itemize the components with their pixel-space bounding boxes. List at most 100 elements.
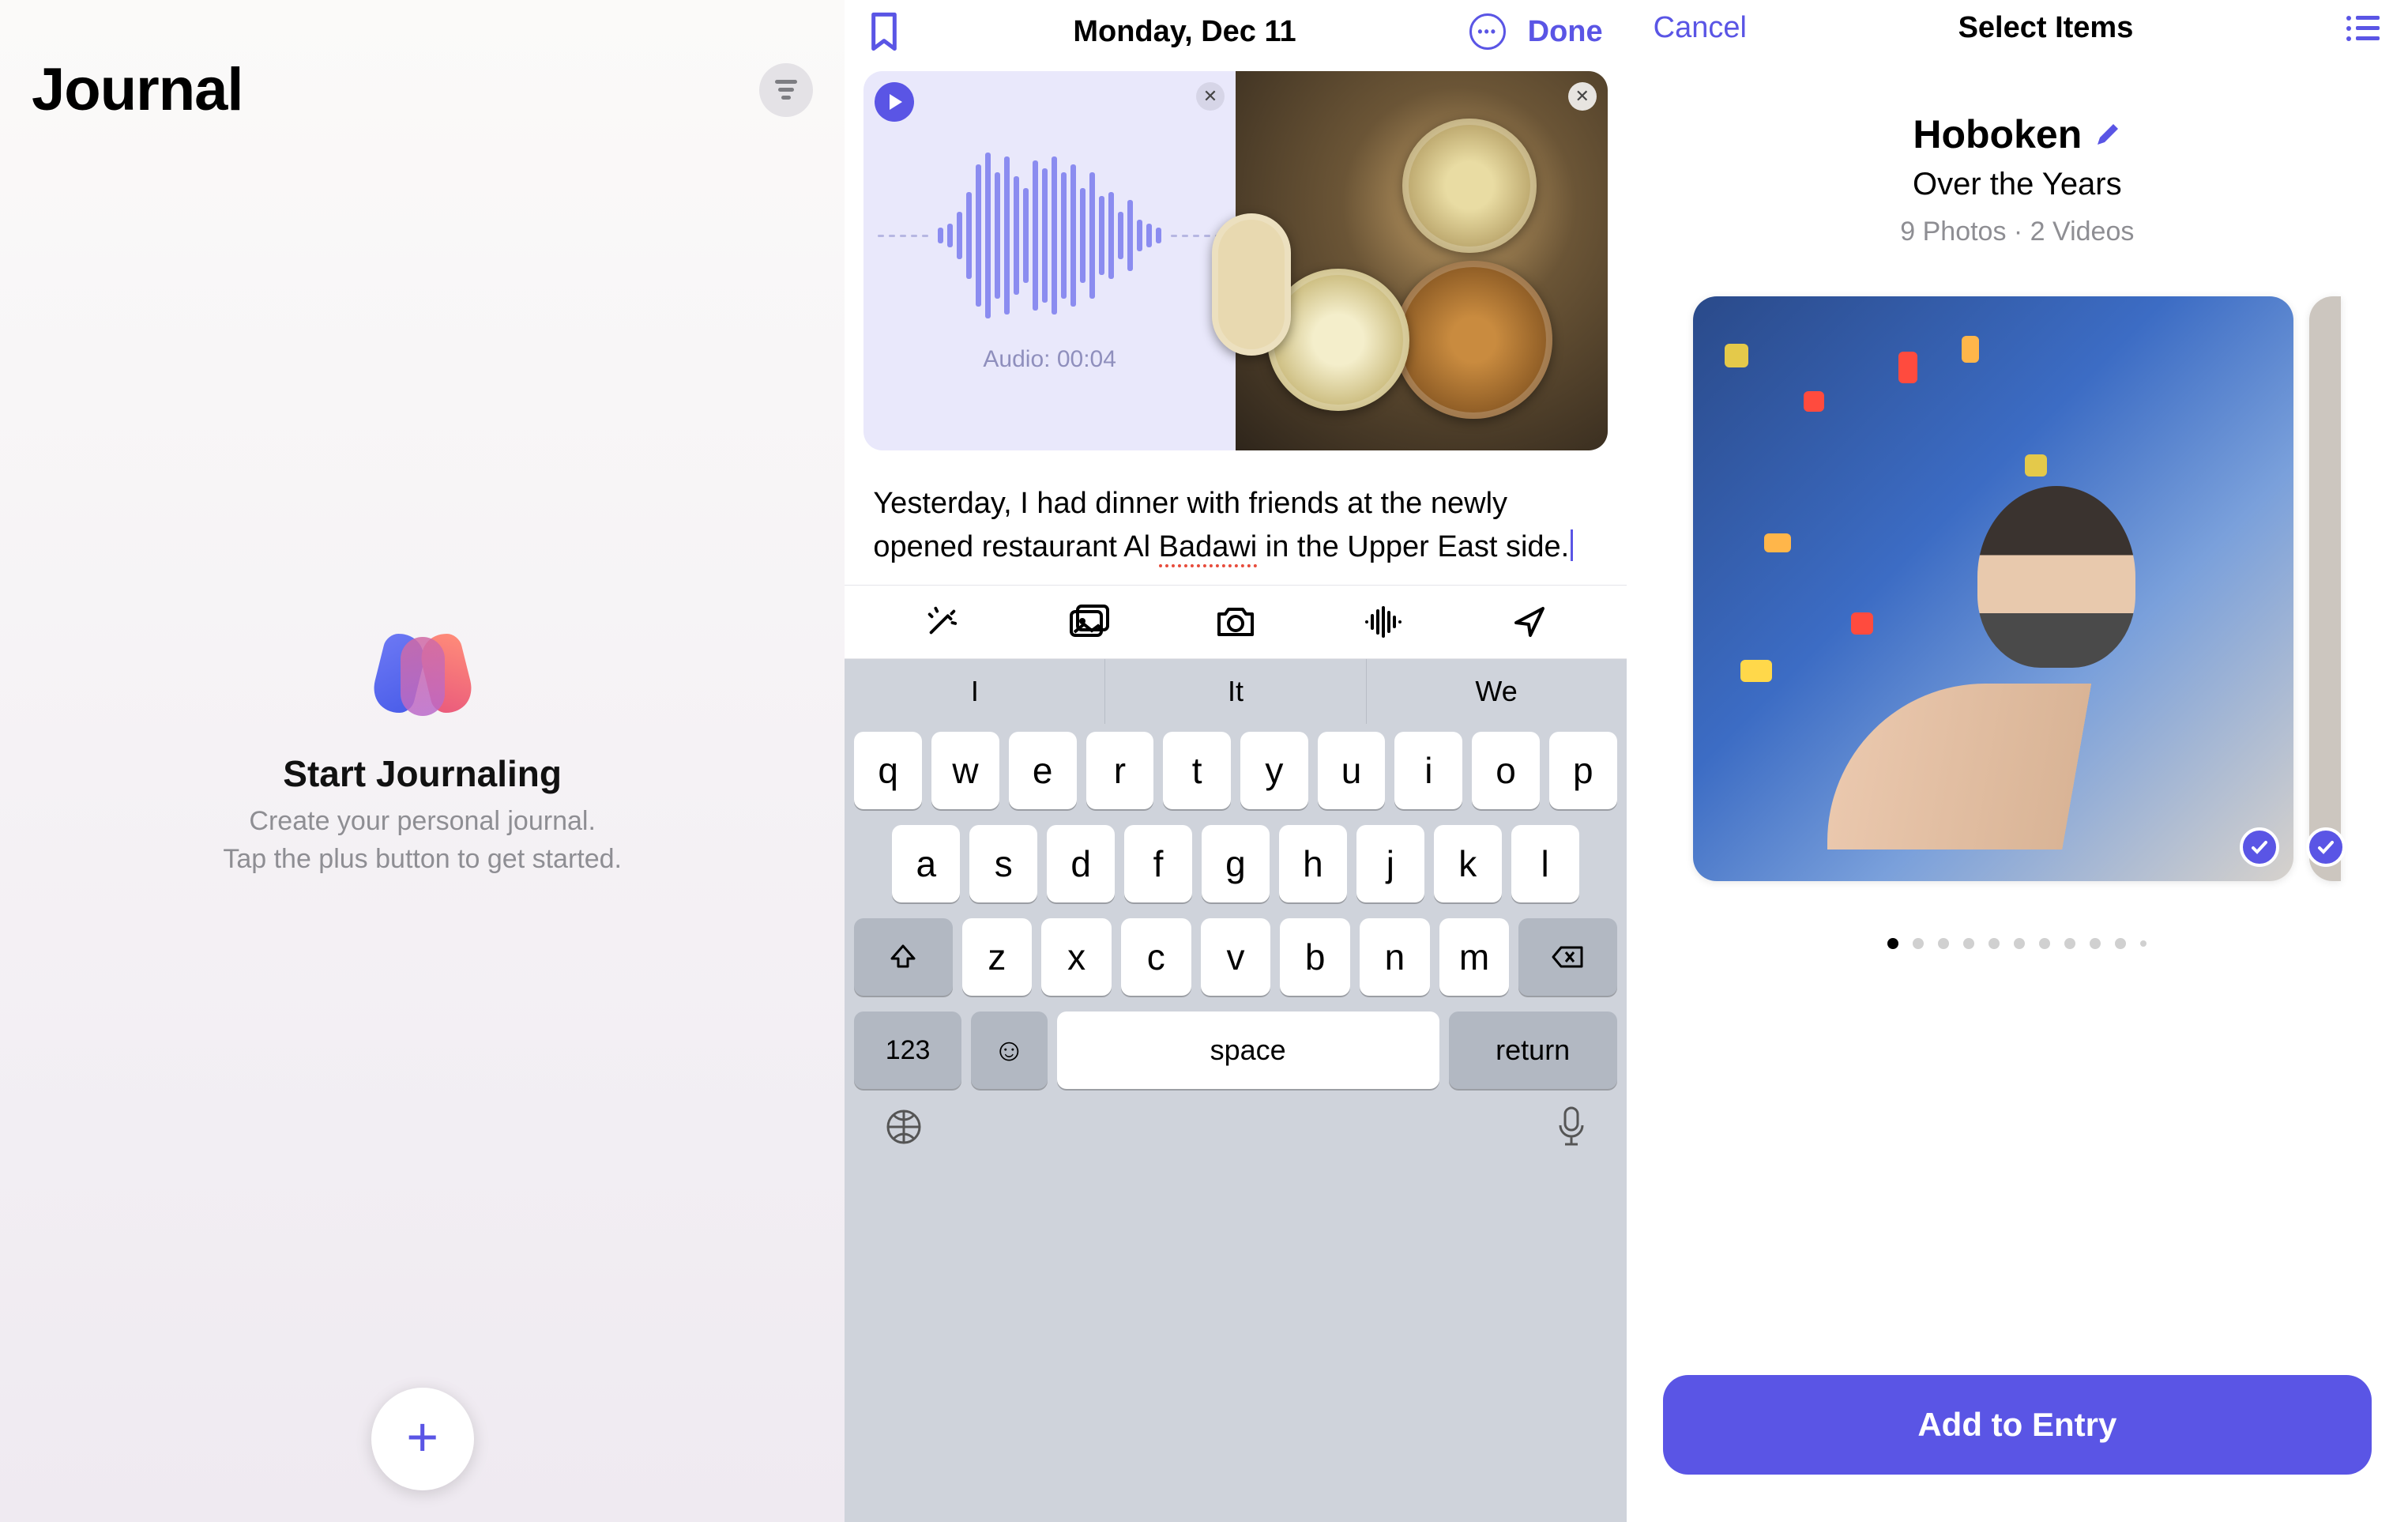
keyboard-row-2: asdfghjkl: [845, 817, 1626, 910]
ai-suggest-button[interactable]: [920, 600, 964, 644]
empty-state-heading: Start Journaling: [283, 752, 562, 795]
edit-title-button[interactable]: [2094, 121, 2121, 148]
journal-home-pane: Journal Start Journaling Create your per…: [0, 0, 845, 1522]
return-key[interactable]: return: [1449, 1012, 1617, 1089]
editor-toolbar: [845, 585, 1626, 659]
key-q[interactable]: q: [854, 732, 922, 809]
page-dot: [2039, 938, 2050, 949]
collection-media-count: 9 Photos · 2 Videos: [1900, 217, 2134, 247]
page-dot: [2140, 940, 2147, 947]
key-m[interactable]: m: [1439, 918, 1510, 996]
collection-subtitle: Over the Years: [1913, 167, 2122, 202]
dictation-mic-icon[interactable]: [1556, 1105, 1587, 1149]
emoji-key[interactable]: ☺: [971, 1012, 1048, 1089]
key-t[interactable]: t: [1163, 732, 1231, 809]
numbers-key[interactable]: 123: [854, 1012, 961, 1089]
key-y[interactable]: y: [1240, 732, 1308, 809]
play-button[interactable]: [875, 82, 914, 122]
text-cursor: [1571, 529, 1573, 561]
key-o[interactable]: o: [1472, 732, 1540, 809]
select-items-pane: Cancel Select Items Hoboken Over the Yea…: [1627, 0, 2408, 1522]
remove-audio-button[interactable]: ✕: [1196, 82, 1225, 111]
key-w[interactable]: w: [931, 732, 999, 809]
key-l[interactable]: l: [1511, 825, 1579, 902]
key-g[interactable]: g: [1202, 825, 1270, 902]
page-dot: [1963, 938, 1974, 949]
key-f[interactable]: f: [1124, 825, 1192, 902]
record-audio-button[interactable]: [1360, 600, 1405, 644]
keyboard: I It We qwertyuiop asdfghjkl zxcvbnm 123…: [845, 659, 1626, 1522]
photo-item-1[interactable]: [1693, 296, 2293, 881]
page-dot: [2064, 938, 2075, 949]
list-view-button[interactable]: [2345, 13, 2381, 43]
key-r[interactable]: r: [1086, 732, 1154, 809]
keyboard-suggestions: I It We: [845, 659, 1626, 724]
more-options-button[interactable]: •••: [1469, 13, 1506, 50]
done-button[interactable]: Done: [1528, 15, 1603, 49]
page-dot: [2014, 938, 2025, 949]
key-a[interactable]: a: [892, 825, 960, 902]
cancel-button[interactable]: Cancel: [1654, 11, 1747, 45]
journal-app-icon: [367, 626, 478, 721]
key-j[interactable]: j: [1356, 825, 1424, 902]
add-to-entry-button[interactable]: Add to Entry: [1663, 1375, 2372, 1475]
key-i[interactable]: i: [1394, 732, 1462, 809]
camera-button[interactable]: [1213, 600, 1258, 644]
photo-carousel[interactable]: [1627, 296, 2408, 881]
photo-library-button[interactable]: [1067, 600, 1111, 644]
empty-state-line2: Tap the plus button to get started.: [223, 844, 622, 874]
spelling-flagged-word[interactable]: Badawi: [1159, 530, 1258, 567]
key-k[interactable]: k: [1434, 825, 1502, 902]
photo-stack-icon: [1068, 604, 1109, 640]
location-button[interactable]: [1507, 600, 1552, 644]
key-z[interactable]: z: [962, 918, 1033, 996]
collection-title: Hoboken: [1913, 111, 2082, 157]
key-e[interactable]: e: [1009, 732, 1077, 809]
key-x[interactable]: x: [1041, 918, 1112, 996]
suggestion-1[interactable]: I: [845, 659, 1104, 724]
backspace-icon: [1552, 944, 1585, 970]
shift-icon: [889, 943, 917, 971]
key-p[interactable]: p: [1549, 732, 1617, 809]
key-n[interactable]: n: [1360, 918, 1430, 996]
plus-icon: +: [406, 1409, 438, 1464]
audio-attachment[interactable]: ✕ Audio: 00:04: [863, 71, 1236, 450]
key-v[interactable]: v: [1201, 918, 1271, 996]
selected-check-icon[interactable]: [2240, 827, 2279, 867]
globe-icon[interactable]: [884, 1107, 924, 1147]
backspace-key[interactable]: [1518, 918, 1616, 996]
entry-editor-pane: Monday, Dec 11 ••• Done ✕ Audio: 00:04 ✕: [845, 0, 1626, 1522]
key-s[interactable]: s: [969, 825, 1037, 902]
entry-text-area[interactable]: Yesterday, I had dinner with friends at …: [845, 450, 1626, 585]
keyboard-row-4: 123 ☺ space return: [845, 1004, 1626, 1103]
photo-attachment[interactable]: ✕: [1236, 71, 1608, 450]
key-b[interactable]: b: [1280, 918, 1350, 996]
camera-icon: [1214, 605, 1257, 639]
page-dot: [2090, 938, 2101, 949]
collection-title-row: Hoboken: [1913, 111, 2121, 157]
key-c[interactable]: c: [1121, 918, 1191, 996]
audio-waveform: [878, 149, 1221, 322]
keyboard-footer: [845, 1103, 1626, 1174]
page-dot-active: [1887, 938, 1898, 949]
key-h[interactable]: h: [1279, 825, 1347, 902]
page-dot: [1988, 938, 2000, 949]
key-u[interactable]: u: [1318, 732, 1386, 809]
page-dot: [2115, 938, 2126, 949]
new-entry-button[interactable]: +: [371, 1388, 474, 1490]
entry-date-title: Monday, Dec 11: [1073, 15, 1296, 49]
photo-item-2-peek[interactable]: [2309, 296, 2341, 881]
key-d[interactable]: d: [1047, 825, 1115, 902]
remove-photo-button[interactable]: ✕: [1568, 82, 1597, 111]
empty-state-subtitle: Create your personal journal. Tap the pl…: [223, 803, 622, 878]
close-icon: ✕: [1203, 86, 1217, 107]
bookmark-icon[interactable]: [868, 11, 900, 52]
suggestion-3[interactable]: We: [1366, 659, 1627, 724]
selected-check-icon[interactable]: [2306, 827, 2346, 867]
media-attachments: ✕ Audio: 00:04 ✕: [863, 71, 1607, 450]
space-key[interactable]: space: [1057, 1012, 1439, 1089]
shift-key[interactable]: [854, 918, 952, 996]
ellipsis-icon: •••: [1477, 24, 1497, 40]
suggestion-2[interactable]: It: [1104, 659, 1365, 724]
person-illustration: [1977, 486, 2135, 668]
